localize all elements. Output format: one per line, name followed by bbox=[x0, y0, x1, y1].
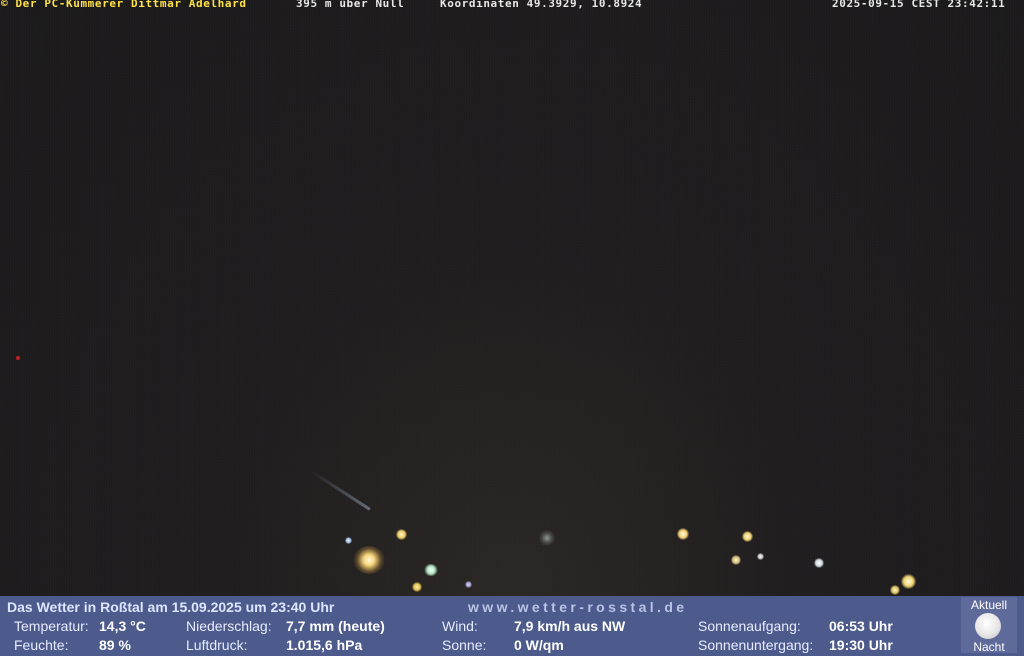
overlay-header: © Der PC-Kümmerer Dittmar Adelhard 395 m… bbox=[0, 0, 1024, 11]
light-4 bbox=[345, 537, 352, 544]
coordinates-text: Koordinaten 49.3929, 10.8924 bbox=[440, 0, 643, 10]
altitude-text: 395 m über Null bbox=[296, 0, 405, 10]
humidity-label: Feuchte: bbox=[14, 637, 69, 653]
temperature-value: 14,3 °C bbox=[99, 618, 146, 634]
temperature-label: Temperatur: bbox=[14, 618, 89, 634]
moon-icon bbox=[975, 613, 1001, 639]
copyright-text: © Der PC-Kümmerer Dittmar Adelhard bbox=[1, 0, 247, 10]
light-12 bbox=[901, 574, 916, 589]
sunrise-label: Sonnenaufgang: bbox=[698, 618, 801, 634]
light-streak bbox=[310, 470, 371, 511]
sunset-label: Sonnenuntergang: bbox=[698, 637, 814, 653]
precipitation-label: Niederschlag: bbox=[186, 618, 272, 634]
light-11 bbox=[814, 558, 824, 568]
humidity-value: 89 % bbox=[99, 637, 131, 653]
light-2 bbox=[424, 564, 438, 576]
light-14 bbox=[16, 356, 20, 360]
moon-phase-box: Aktuell Nacht bbox=[961, 597, 1017, 654]
sun-label: Sonne: bbox=[442, 637, 487, 653]
moon-current-label: Aktuell bbox=[970, 598, 1008, 612]
light-9 bbox=[731, 555, 741, 565]
weather-panel: Das Wetter in Roßtal am 15.09.2025 um 23… bbox=[0, 596, 1024, 656]
precipitation-value: 7,7 mm (heute) bbox=[286, 618, 385, 634]
sun-value: 0 W/qm bbox=[514, 637, 564, 653]
light-6 bbox=[539, 530, 555, 546]
light-3 bbox=[412, 582, 422, 592]
pressure-label: Luftdruck: bbox=[186, 637, 248, 653]
wind-label: Wind: bbox=[442, 618, 478, 634]
light-7 bbox=[677, 528, 689, 540]
moon-night-label: Nacht bbox=[973, 640, 1005, 654]
weather-title: Das Wetter in Roßtal am 15.09.2025 um 23… bbox=[7, 599, 335, 615]
light-13 bbox=[890, 585, 900, 595]
website-link[interactable]: www.wetter-rosstal.de bbox=[468, 599, 687, 615]
webcam-image: © Der PC-Kümmerer Dittmar Adelhard 395 m… bbox=[0, 0, 1024, 596]
light-8 bbox=[742, 531, 753, 542]
sunset-value: 19:30 Uhr bbox=[829, 637, 893, 653]
light-glow-main bbox=[353, 546, 385, 574]
pressure-value: 1.015,6 hPa bbox=[286, 637, 363, 653]
light-5 bbox=[465, 581, 472, 588]
timestamp-text: 2025-09-15 CEST 23:42:11 bbox=[832, 0, 1006, 10]
light-10 bbox=[757, 553, 764, 560]
sunrise-value: 06:53 Uhr bbox=[829, 618, 893, 634]
light-1 bbox=[396, 529, 407, 540]
wind-value: 7,9 km/h aus NW bbox=[514, 618, 626, 634]
